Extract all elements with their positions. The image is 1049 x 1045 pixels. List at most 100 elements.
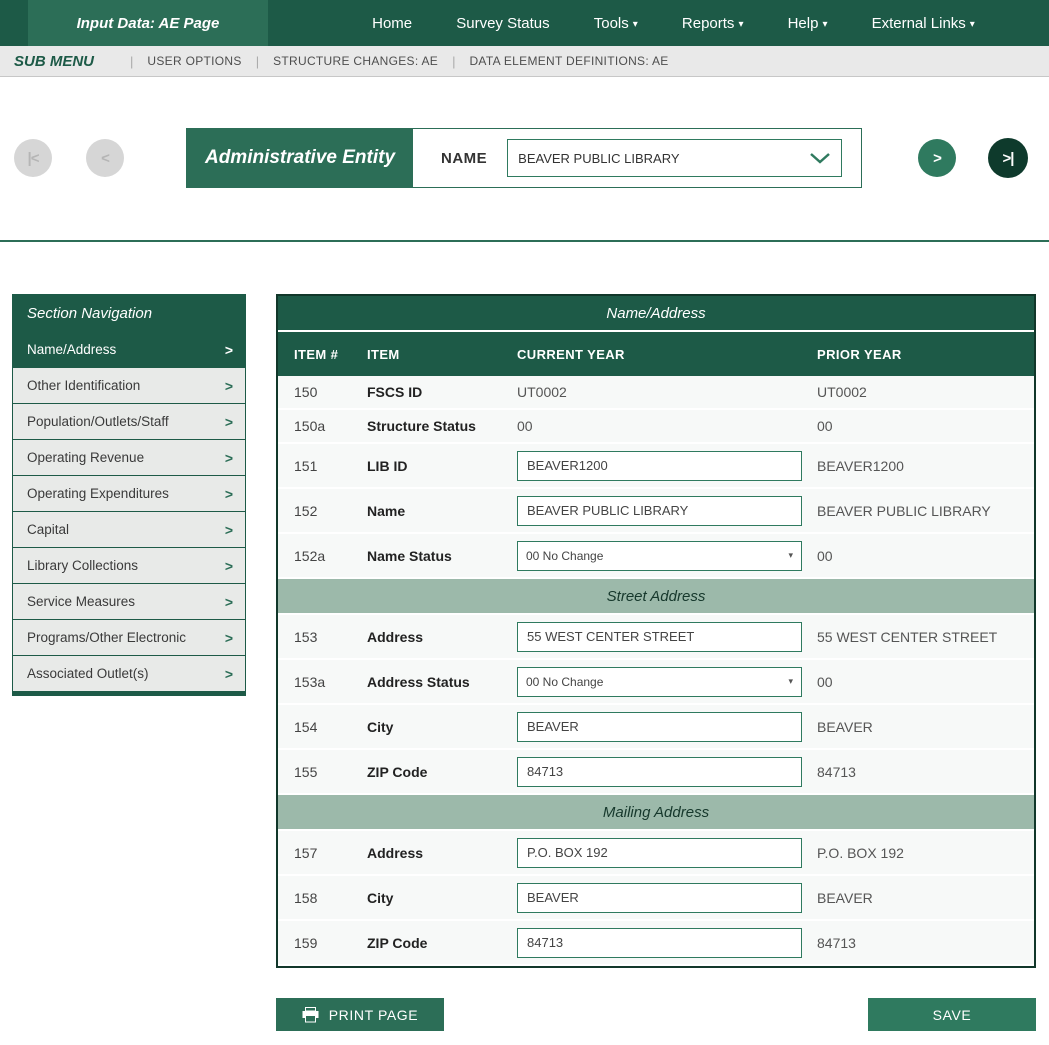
sidebar-item-capital[interactable]: Capital> — [13, 511, 245, 547]
section-header-label: Street Address — [607, 588, 706, 605]
submenu-title: SUB MENU — [14, 53, 94, 70]
zip-code-input[interactable] — [517, 757, 802, 787]
item-label: Structure Status — [367, 418, 517, 434]
table-body: 150FSCS IDUT0002UT0002150aStructure Stat… — [278, 376, 1034, 966]
submenu-item-user-options[interactable]: USER OPTIONS — [147, 54, 241, 68]
table-row-158: 158CityBEAVER — [278, 876, 1034, 921]
address-input[interactable] — [517, 622, 802, 652]
zip-code-input[interactable] — [517, 928, 802, 958]
save-button[interactable]: SAVE — [868, 998, 1036, 1031]
prior-year-value: 00 — [817, 548, 1034, 564]
chevron-down-icon: ▾ — [633, 19, 638, 30]
table-row-151: 151LIB IDBEAVER1200 — [278, 444, 1034, 489]
data-table: Name/Address ITEM # ITEM CURRENT YEAR PR… — [276, 294, 1036, 968]
topnav-item-label: Tools — [594, 15, 629, 32]
item-number: 153a — [294, 674, 367, 690]
entity-box: Administrative Entity NAME BEAVER PUBLIC… — [186, 128, 862, 188]
table-row-154: 154CityBEAVER — [278, 705, 1034, 750]
topnav-item-external-links[interactable]: External Links▾ — [872, 15, 975, 32]
entity-name-label: NAME — [441, 150, 487, 167]
item-number: 158 — [294, 890, 367, 906]
item-number: 159 — [294, 935, 367, 951]
sidebar-item-label: Operating Expenditures — [27, 486, 169, 501]
chevron-right-icon: > — [225, 522, 233, 538]
prior-year-value: UT0002 — [817, 384, 1034, 400]
submenu-item-data-element-definitions-ae[interactable]: DATA ELEMENT DEFINITIONS: AE — [469, 54, 668, 68]
print-page-button[interactable]: PRINT PAGE — [276, 998, 444, 1031]
item-number: 151 — [294, 458, 367, 474]
entity-name-selected-value: BEAVER PUBLIC LIBRARY — [518, 151, 809, 166]
submenu-items: |USER OPTIONS|STRUCTURE CHANGES: AE|DATA… — [116, 54, 669, 69]
current-year-value: 00 — [517, 418, 817, 434]
sidebar-item-label: Associated Outlet(s) — [27, 666, 149, 681]
item-label: ZIP Code — [367, 764, 517, 780]
chevron-down-icon: ▾ — [788, 676, 793, 687]
table-row-152a: 152aName Status00 No Change▾00 — [278, 534, 1034, 579]
sidebar-item-other-identification[interactable]: Other Identification> — [13, 367, 245, 403]
next-record-button[interactable]: > — [918, 139, 956, 177]
next-record-icon: > — [933, 150, 941, 167]
address-status-select[interactable]: 00 No Change▾ — [517, 667, 802, 697]
chevron-down-icon: ▾ — [738, 19, 743, 30]
sidebar-item-programs-other-electronic[interactable]: Programs/Other Electronic> — [13, 619, 245, 655]
name-input[interactable] — [517, 496, 802, 526]
sidebar-item-operating-revenue[interactable]: Operating Revenue > — [13, 439, 245, 475]
active-page-tab[interactable]: Input Data: AE Page — [28, 0, 268, 46]
sidebar-item-library-collections[interactable]: Library Collections > — [13, 547, 245, 583]
topnav-item-reports[interactable]: Reports▾ — [682, 15, 744, 32]
table-column-headers: ITEM # ITEM CURRENT YEAR PRIOR YEAR — [278, 332, 1034, 376]
city-input[interactable] — [517, 712, 802, 742]
item-label: Address — [367, 845, 517, 861]
chevron-down-icon: ▾ — [788, 550, 793, 561]
sidebar-item-associated-outlet-s[interactable]: Associated Outlet(s) > — [13, 655, 245, 691]
table-row-150a: 150aStructure Status0000 — [278, 410, 1034, 444]
prev-record-button[interactable]: < — [86, 139, 124, 177]
item-label: Name Status — [367, 548, 517, 564]
lib-id-input[interactable] — [517, 451, 802, 481]
submenu-separator: | — [256, 54, 259, 69]
sidebar-item-label: Programs/Other Electronic — [27, 630, 186, 645]
sidebar-item-service-measures[interactable]: Service Measures> — [13, 583, 245, 619]
topnav-item-label: Survey Status — [456, 15, 549, 32]
sidebar-item-label: Other Identification — [27, 378, 140, 393]
city-input[interactable] — [517, 883, 802, 913]
chevron-right-icon: > — [225, 450, 233, 466]
column-header-item: ITEM — [367, 347, 517, 362]
header-divider — [0, 240, 1049, 242]
submenu-item-structure-changes-ae[interactable]: STRUCTURE CHANGES: AE — [273, 54, 438, 68]
first-record-button[interactable]: |< — [14, 139, 52, 177]
entity-name-select[interactable]: BEAVER PUBLIC LIBRARY — [507, 139, 842, 177]
topnav-item-survey-status[interactable]: Survey Status — [456, 15, 549, 32]
sidebar-item-label: Operating Revenue — [27, 450, 144, 465]
topnav-items: HomeSurvey StatusTools▾Reports▾Help▾Exte… — [268, 0, 1049, 46]
table-title: Name/Address — [278, 296, 1034, 332]
last-record-icon: >| — [1003, 150, 1014, 167]
sidebar-item-name-address[interactable]: Name/Address> — [13, 331, 245, 367]
chevron-right-icon: > — [225, 666, 233, 682]
topnav-item-help[interactable]: Help▾ — [788, 15, 828, 32]
submenu-separator: | — [452, 54, 455, 69]
table-row-150: 150FSCS IDUT0002UT0002 — [278, 376, 1034, 410]
topnav-item-tools[interactable]: Tools ▾ — [594, 15, 638, 32]
chevron-right-icon: > — [225, 558, 233, 574]
name-status-select[interactable]: 00 No Change▾ — [517, 541, 802, 571]
chevron-right-icon: > — [225, 594, 233, 610]
topnav-item-label: Reports — [682, 15, 735, 32]
submenu-bar: SUB MENU | USER OPTIONS | STRUCTURE CHANGES… — [0, 46, 1049, 77]
sidebar-item-population-outlets-staff[interactable]: Population/Outlets/Staff> — [13, 403, 245, 439]
chevron-down-icon — [809, 152, 831, 164]
selected-option-label: 00 No Change — [526, 549, 788, 563]
topnav-item-home[interactable]: Home — [372, 15, 412, 32]
last-record-button[interactable]: >| — [988, 138, 1028, 178]
entity-title: Administrative Entity — [187, 129, 413, 187]
address-input[interactable] — [517, 838, 802, 868]
prior-year-value: BEAVER PUBLIC LIBRARY — [817, 503, 1034, 519]
sidebar-item-operating-expenditures[interactable]: Operating Expenditures> — [13, 475, 245, 511]
item-label: LIB ID — [367, 458, 517, 474]
page-actions: PRINT PAGE SAVE — [0, 998, 1049, 1031]
prev-record-icon: < — [101, 150, 109, 167]
section-header-label: Mailing Address — [603, 804, 709, 821]
sidebar-item-label: Library Collections — [27, 558, 138, 573]
topnav-item-label: Help — [788, 15, 819, 32]
column-header-item-num: ITEM # — [294, 347, 367, 362]
